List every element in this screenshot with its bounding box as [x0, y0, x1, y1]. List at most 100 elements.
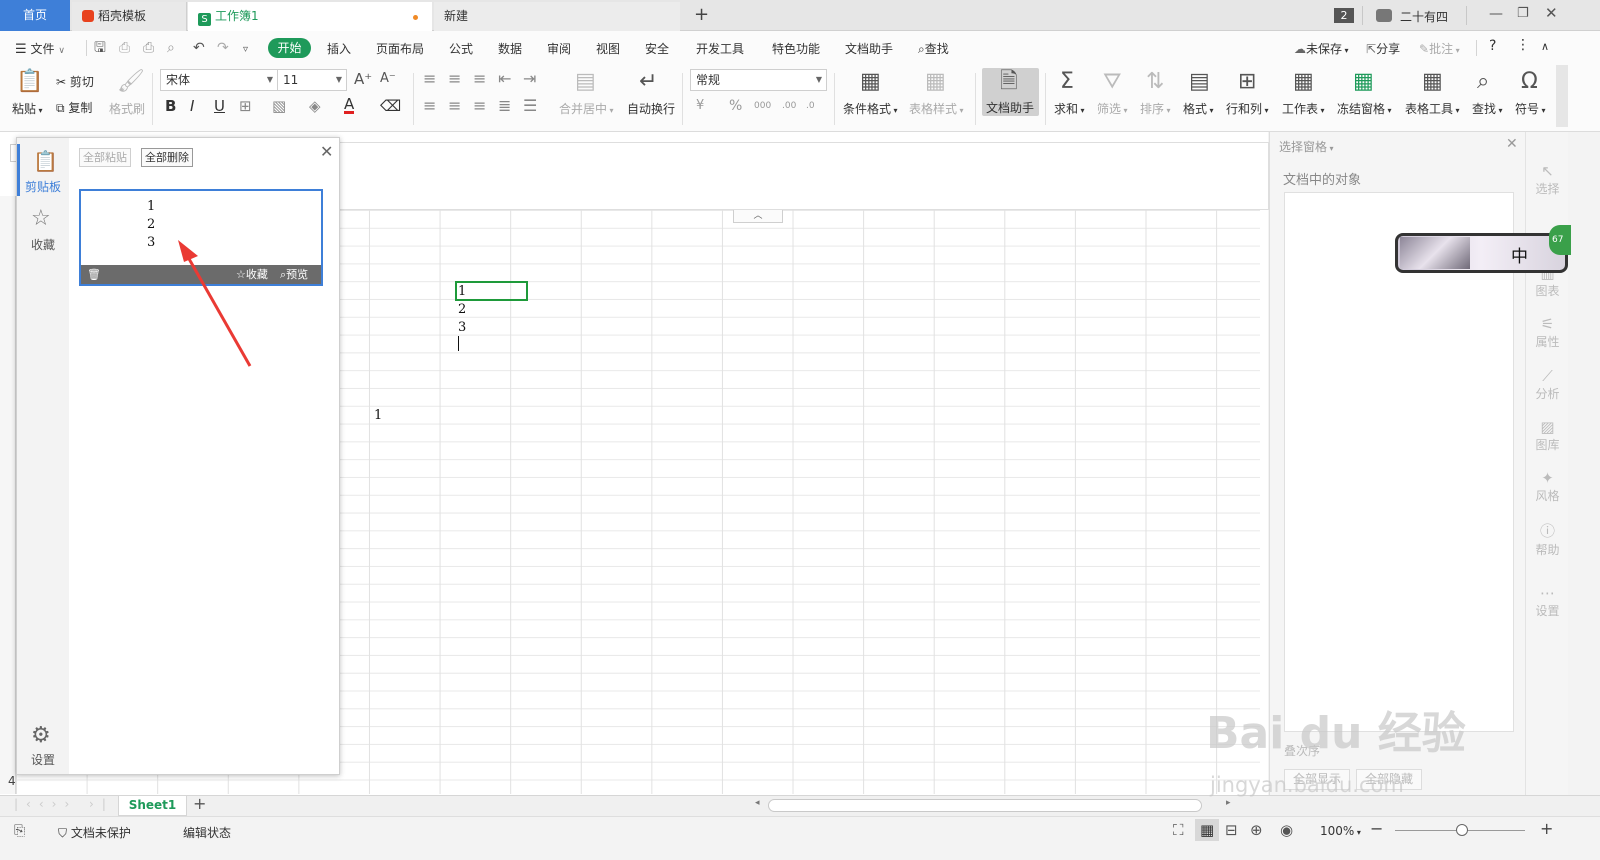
- number-format-select[interactable]: 常规 ▼: [690, 69, 827, 91]
- filter-button[interactable]: 筛选 ▾: [1097, 100, 1128, 117]
- eraser-icon[interactable]: ⌫: [380, 98, 401, 114]
- tab-home[interactable]: 首页: [0, 0, 70, 31]
- user-avatar-icon[interactable]: [1376, 9, 1392, 22]
- export-icon[interactable]: ⎙: [119, 40, 130, 56]
- align-bottom-icon[interactable]: ≡: [473, 71, 486, 87]
- merge-center-icon[interactable]: ▤: [575, 71, 596, 93]
- menu-tab-doc-assistant[interactable]: 文档助手: [845, 40, 893, 57]
- unsaved-status[interactable]: ☁未保存 ▾: [1294, 40, 1349, 57]
- copy-button[interactable]: ⧉ 复制: [56, 99, 92, 116]
- close-pane-icon[interactable]: ✕: [1506, 136, 1518, 152]
- decrease-font-icon[interactable]: A⁻: [380, 71, 396, 87]
- restore-icon[interactable]: ❐: [1517, 6, 1529, 21]
- add-tab-button[interactable]: +: [694, 4, 709, 25]
- increase-font-icon[interactable]: A⁺: [354, 71, 372, 87]
- find-button[interactable]: 查找 ▾: [1472, 100, 1503, 117]
- conditional-format-icon[interactable]: ▦: [860, 71, 881, 93]
- tab-new[interactable]: 新建: [434, 2, 680, 31]
- doc-assistant-button[interactable]: 🗎 文档助手: [982, 68, 1039, 116]
- zoom-in-icon[interactable]: +: [1540, 819, 1553, 838]
- bold-icon[interactable]: B: [165, 98, 176, 114]
- menu-tab-formula[interactable]: 公式: [449, 40, 473, 57]
- print-preview-icon[interactable]: ⌕: [167, 40, 175, 56]
- strip-item-help[interactable]: ⓘ 帮助: [1526, 520, 1569, 558]
- format-painter-icon[interactable]: 🖌: [117, 71, 145, 93]
- share-button[interactable]: ⇱分享: [1366, 40, 1400, 57]
- sidebar-item-clipboard[interactable]: 📋 剪贴板: [17, 146, 69, 198]
- sum-icon[interactable]: Σ: [1060, 71, 1074, 93]
- format-button[interactable]: 格式 ▾: [1183, 100, 1214, 117]
- formula-bar[interactable]: [337, 142, 1269, 210]
- menu-tab-data[interactable]: 数据: [498, 40, 522, 57]
- italic-icon[interactable]: I: [190, 98, 194, 114]
- redo-icon[interactable]: ↷: [217, 40, 229, 56]
- sum-button[interactable]: 求和 ▾: [1054, 100, 1085, 117]
- find-icon[interactable]: ⌕: [1477, 71, 1489, 93]
- undo-icon[interactable]: ↶: [193, 40, 205, 56]
- eye-protection-icon[interactable]: ◉: [1280, 821, 1293, 839]
- tab-daoke-template[interactable]: 稻壳模板: [72, 2, 187, 31]
- merge-center-button[interactable]: 合并居中 ▾: [559, 100, 614, 117]
- align-top-icon[interactable]: ≡: [423, 71, 436, 87]
- thousands-separator-icon[interactable]: 000: [754, 98, 771, 114]
- worksheet-icon[interactable]: ▦: [1293, 71, 1314, 93]
- sheet-tab-sheet1[interactable]: Sheet1: [118, 796, 187, 816]
- currency-icon[interactable]: ¥: [696, 98, 704, 114]
- annotate-button[interactable]: ✎批注 ▾: [1419, 40, 1460, 57]
- menu-tab-page-layout[interactable]: 页面布局: [376, 40, 424, 57]
- normal-view-button[interactable]: ▦: [1195, 819, 1219, 841]
- table-style-button[interactable]: 表格样式 ▾: [909, 100, 964, 117]
- borders-icon[interactable]: ⊞: [239, 98, 252, 114]
- strip-item-gallery[interactable]: ▨ 图库: [1526, 418, 1569, 453]
- row-col-icon[interactable]: ⊞: [1238, 71, 1256, 93]
- paste-all-button[interactable]: 全部粘贴: [79, 148, 131, 167]
- wrap-text-button[interactable]: 自动换行: [627, 100, 675, 117]
- distributed-icon[interactable]: ☰: [523, 98, 537, 114]
- strip-item-properties[interactable]: ⚟ 属性: [1526, 315, 1569, 350]
- underline-icon[interactable]: U: [214, 98, 225, 114]
- preview-item-button[interactable]: ⌕预览: [280, 265, 308, 284]
- zoom-level[interactable]: 100% ▾: [1320, 824, 1361, 838]
- worksheet-button[interactable]: 工作表 ▾: [1282, 100, 1325, 117]
- menu-tab-view[interactable]: 视图: [596, 40, 620, 57]
- format-painter-button[interactable]: 格式刷: [109, 100, 145, 117]
- page-layout-view-icon[interactable]: ⊕: [1250, 821, 1263, 839]
- align-right-icon[interactable]: ≡: [473, 98, 486, 114]
- objects-list[interactable]: [1284, 192, 1514, 732]
- collapse-formula-bar-button[interactable]: ︿: [733, 210, 783, 223]
- increase-decimal-icon[interactable]: .00: [782, 98, 796, 114]
- save-icon[interactable]: 🖫: [94, 40, 106, 56]
- font-size-select[interactable]: 11 ▼: [277, 69, 347, 91]
- menu-tab-developer[interactable]: 开发工具: [696, 40, 744, 57]
- font-color-icon[interactable]: A: [344, 97, 355, 114]
- sheet-nav-icons[interactable]: |‹‹›› ›|: [14, 797, 114, 811]
- menu-tab-security[interactable]: 安全: [645, 40, 669, 57]
- tab-workbook[interactable]: S 工作簿1: [188, 2, 432, 31]
- table-tools-button[interactable]: 表格工具 ▾: [1405, 100, 1460, 117]
- add-sheet-button[interactable]: +: [193, 794, 206, 813]
- percent-icon[interactable]: %: [729, 98, 742, 114]
- paste-icon[interactable]: 📋: [16, 71, 43, 93]
- decrease-decimal-icon[interactable]: .0: [806, 98, 815, 114]
- sort-icon[interactable]: ⇅: [1146, 71, 1164, 93]
- row-col-button[interactable]: 行和列 ▾: [1226, 100, 1269, 117]
- selection-pane-title[interactable]: 选择窗格 ▾: [1279, 138, 1334, 155]
- speed-badge[interactable]: 67: [1549, 225, 1571, 255]
- trash-icon[interactable]: 🗑: [87, 265, 101, 284]
- cell-style-icon[interactable]: ▧: [272, 98, 286, 114]
- sidebar-item-favorites[interactable]: ☆ 收藏: [17, 206, 69, 256]
- menu-tab-features[interactable]: 特色功能: [772, 40, 820, 57]
- page-break-view-icon[interactable]: ⊟: [1225, 821, 1238, 839]
- print-icon[interactable]: ⎙: [143, 40, 154, 56]
- justify-icon[interactable]: ≣: [498, 98, 511, 114]
- fullscreen-icon[interactable]: ⛶: [1173, 821, 1184, 839]
- wrap-text-icon[interactable]: ↵: [639, 71, 657, 93]
- window-count-badge[interactable]: 2: [1334, 8, 1354, 23]
- strip-item-style[interactable]: ✦ 风格: [1526, 469, 1569, 504]
- align-middle-icon[interactable]: ≡: [448, 71, 461, 87]
- quick-access-dropdown-icon[interactable]: ▿: [243, 42, 248, 58]
- freeze-panes-icon[interactable]: ▦: [1353, 71, 1374, 93]
- align-left-icon[interactable]: ≡: [423, 98, 436, 114]
- ribbon-scrollbar[interactable]: [1556, 65, 1568, 127]
- font-name-select[interactable]: 宋体 ▼: [160, 69, 278, 91]
